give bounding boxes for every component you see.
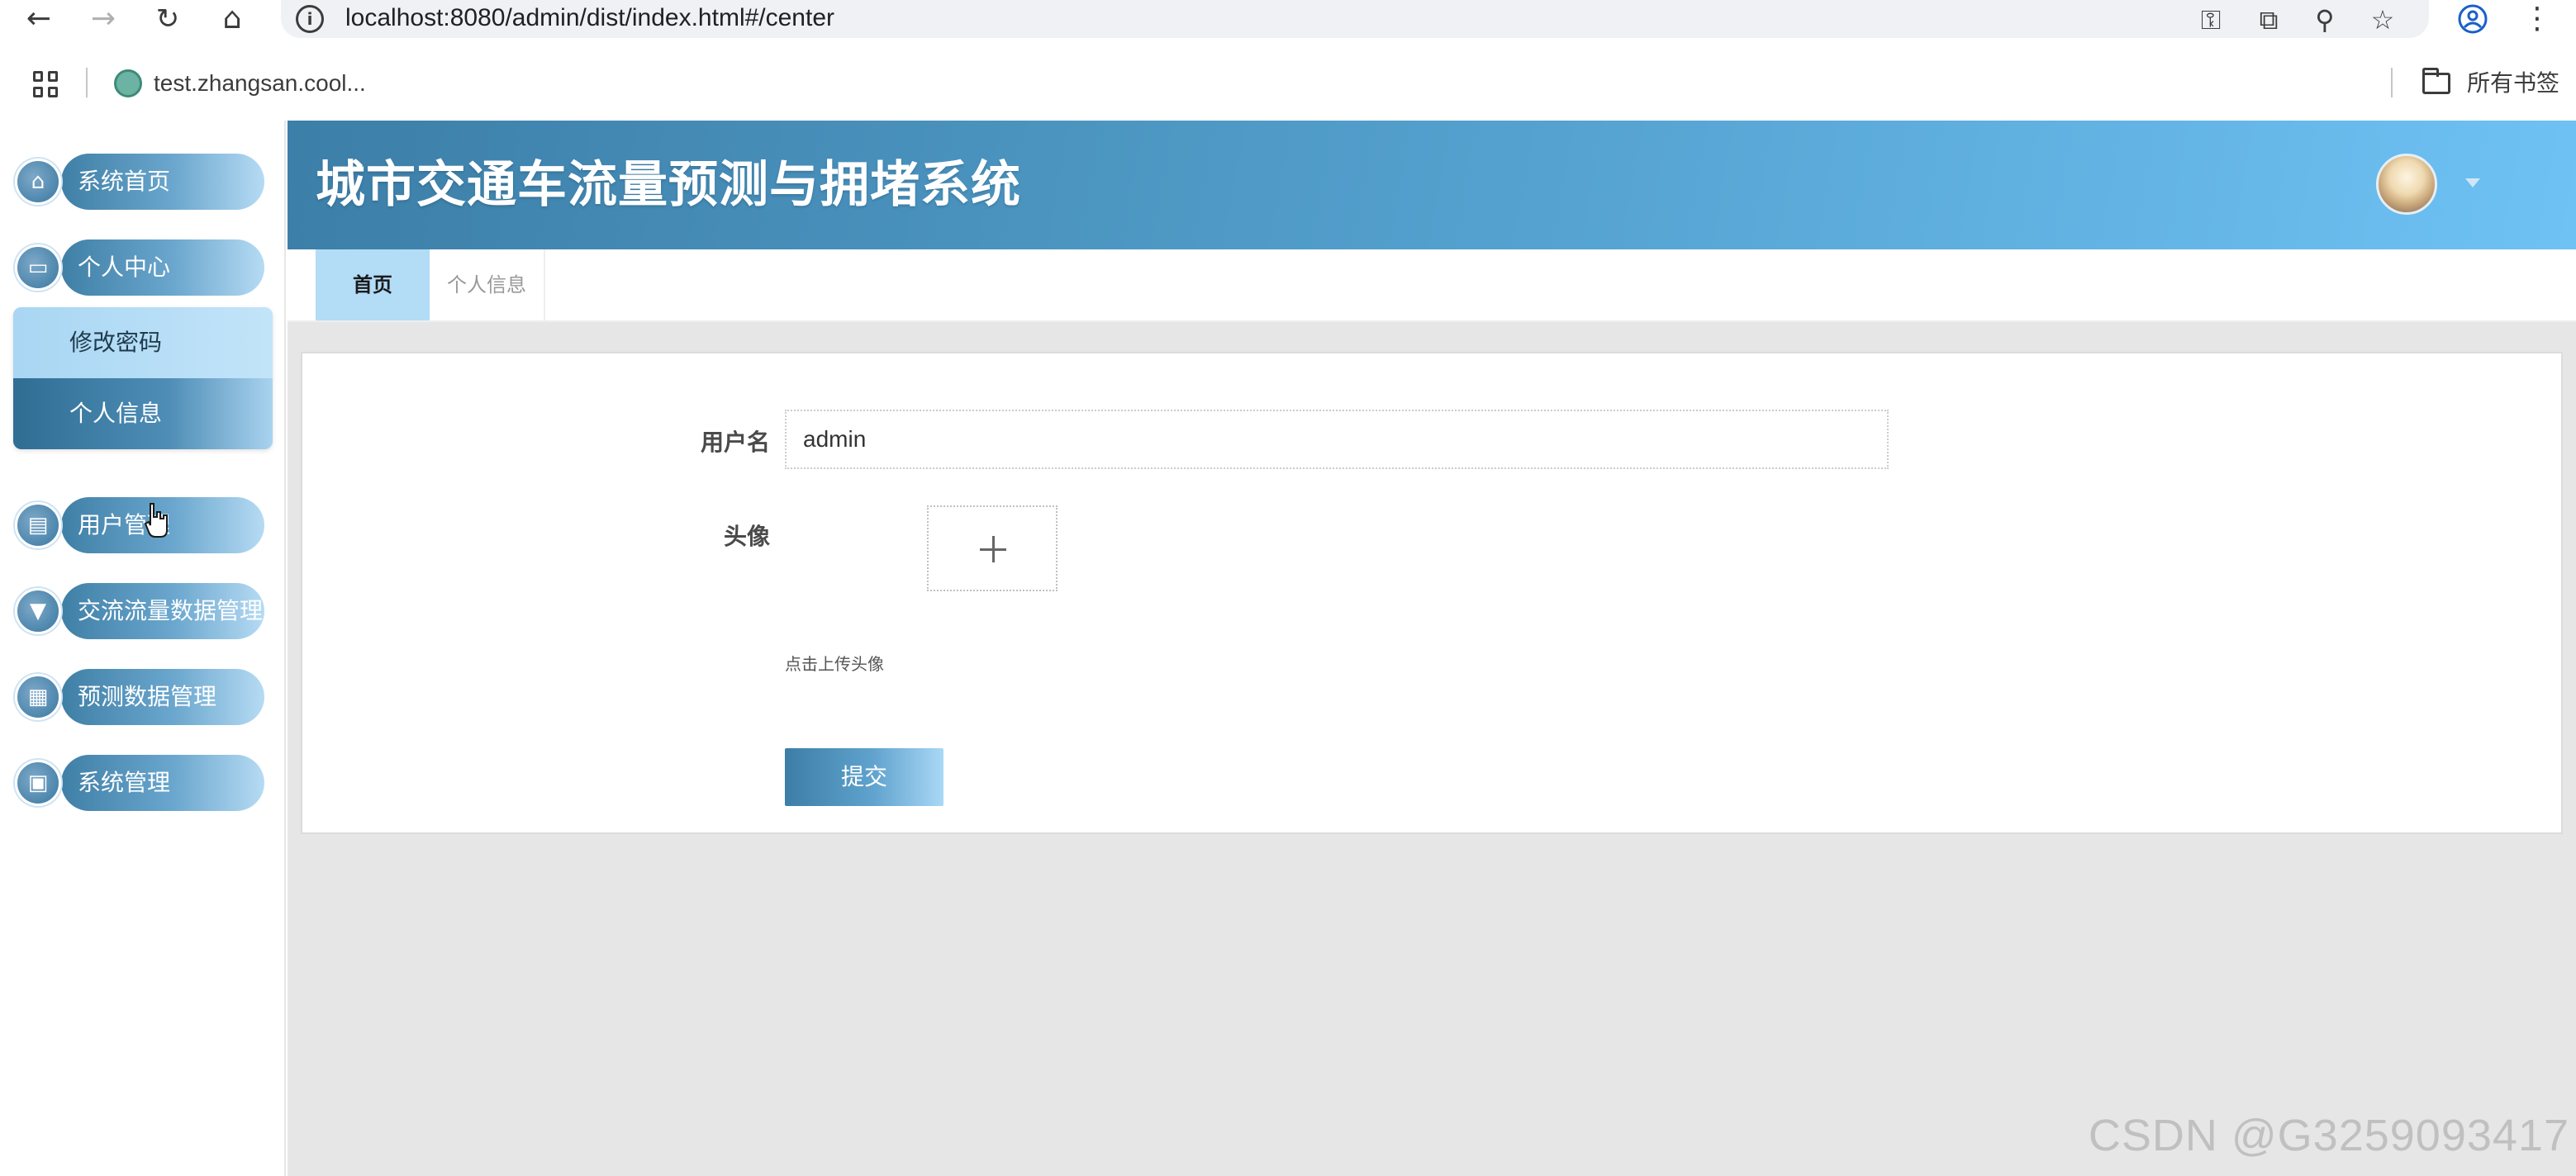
- submenu-item-personal-info[interactable]: 个人信息: [13, 378, 273, 449]
- address-bar[interactable]: i localhost:8080/admin/dist/index.html#/…: [281, 0, 2429, 38]
- sidebar-item-user-management[interactable]: ▤ 用户管理: [15, 497, 264, 553]
- zoom-icon[interactable]: ⚲: [2307, 3, 2343, 36]
- sidebar-item-system-management[interactable]: ▣ 系统管理: [15, 755, 264, 811]
- username-input[interactable]: admin: [785, 410, 1889, 469]
- avatar-label: 头像: [723, 523, 770, 550]
- content-area: 用户名 admin 头像 点击上传头像 提交: [288, 322, 2576, 1176]
- page-title: 城市交通车流量预测与拥堵系统: [316, 156, 1021, 214]
- sidebar-item-label: 个人中心: [78, 254, 171, 281]
- sidebar-item-label: 预测数据管理: [78, 683, 217, 710]
- grid-icon: ▦: [15, 674, 61, 720]
- sidebar-item-label: 交流流量数据管理: [78, 597, 264, 624]
- apps-grid-icon[interactable]: [33, 71, 59, 97]
- bookmark-star-icon[interactable]: ☆: [2365, 3, 2401, 36]
- chevron-down-icon[interactable]: [2465, 178, 2480, 187]
- address-url[interactable]: localhost:8080/admin/dist/index.html#/ce…: [345, 2, 834, 35]
- avatar[interactable]: [2376, 154, 2437, 215]
- watermark: CSDN @G3259093417: [2088, 1111, 2569, 1160]
- tab-bar: 首页 个人信息: [288, 249, 2576, 322]
- mouse-pointer-icon: [144, 503, 168, 538]
- sidebar-item-label: 系统首页: [78, 168, 171, 195]
- sidebar-item-label: 系统管理: [78, 769, 171, 796]
- all-bookmarks-link[interactable]: 所有书签: [2467, 66, 2559, 101]
- bookmark-link[interactable]: test.zhangsan.cool...: [154, 66, 366, 101]
- bookmark-favicon-icon: [114, 69, 142, 97]
- upload-hint: 点击上传头像: [785, 654, 884, 674]
- sidebar: ⌂ 系统首页 ▭ 个人中心 修改密码 个人信息 ▤ 用户管理 ▼ 交流流量数据管…: [0, 121, 286, 1176]
- sidebar-item-home[interactable]: ⌂ 系统首页: [15, 154, 264, 210]
- translate-icon[interactable]: ⧉: [2250, 3, 2287, 36]
- plus-icon-vertical: [992, 536, 995, 562]
- app-root: ⌂ 系统首页 ▭ 个人中心 修改密码 个人信息 ▤ 用户管理 ▼ 交流流量数据管…: [0, 121, 2576, 1176]
- bookmarks-bar: test.zhangsan.cool... 所有书签: [0, 41, 2576, 121]
- home-browser-icon[interactable]: ⌂: [211, 0, 253, 38]
- personal-center-submenu: 修改密码 个人信息: [13, 307, 273, 449]
- sidebar-item-traffic-data[interactable]: ▼ 交流流量数据管理: [15, 583, 264, 639]
- submit-button[interactable]: 提交: [785, 748, 943, 806]
- pin-icon: ▼: [15, 588, 61, 634]
- site-info-icon[interactable]: i: [296, 5, 324, 33]
- bookmarks-separator: [86, 68, 88, 97]
- avatar-uploader[interactable]: [927, 505, 1057, 591]
- window-icon: ▭: [15, 244, 61, 291]
- browser-menu-icon[interactable]: ⋮: [2517, 0, 2558, 38]
- submenu-item-change-password[interactable]: 修改密码: [13, 307, 273, 378]
- briefcase-icon: ▣: [15, 760, 61, 806]
- folder-icon[interactable]: [2422, 68, 2450, 94]
- forward-arrow-icon[interactable]: →: [83, 0, 124, 38]
- sidebar-item-forecast-data[interactable]: ▦ 预测数据管理: [15, 669, 264, 725]
- clipboard-icon: ▤: [15, 502, 61, 548]
- bookmarks-separator-right: [2391, 68, 2393, 97]
- profile-icon[interactable]: [2452, 0, 2493, 38]
- username-label: 用户名: [700, 429, 770, 456]
- reload-icon[interactable]: ↻: [147, 0, 188, 38]
- sidebar-item-personal-center[interactable]: ▭ 个人中心: [15, 239, 264, 296]
- key-icon[interactable]: ⚿: [2193, 3, 2229, 36]
- home-icon: ⌂: [15, 159, 61, 205]
- profile-form-card: 用户名 admin 头像 点击上传头像 提交: [301, 352, 2563, 834]
- tab-home[interactable]: 首页: [316, 249, 430, 320]
- back-arrow-icon[interactable]: ←: [18, 0, 59, 38]
- browser-toolbar: ← → ↻ ⌂ i localhost:8080/admin/dist/inde…: [0, 0, 2576, 41]
- app-header: 城市交通车流量预测与拥堵系统: [288, 121, 2576, 249]
- tab-personal-info[interactable]: 个人信息: [430, 249, 545, 320]
